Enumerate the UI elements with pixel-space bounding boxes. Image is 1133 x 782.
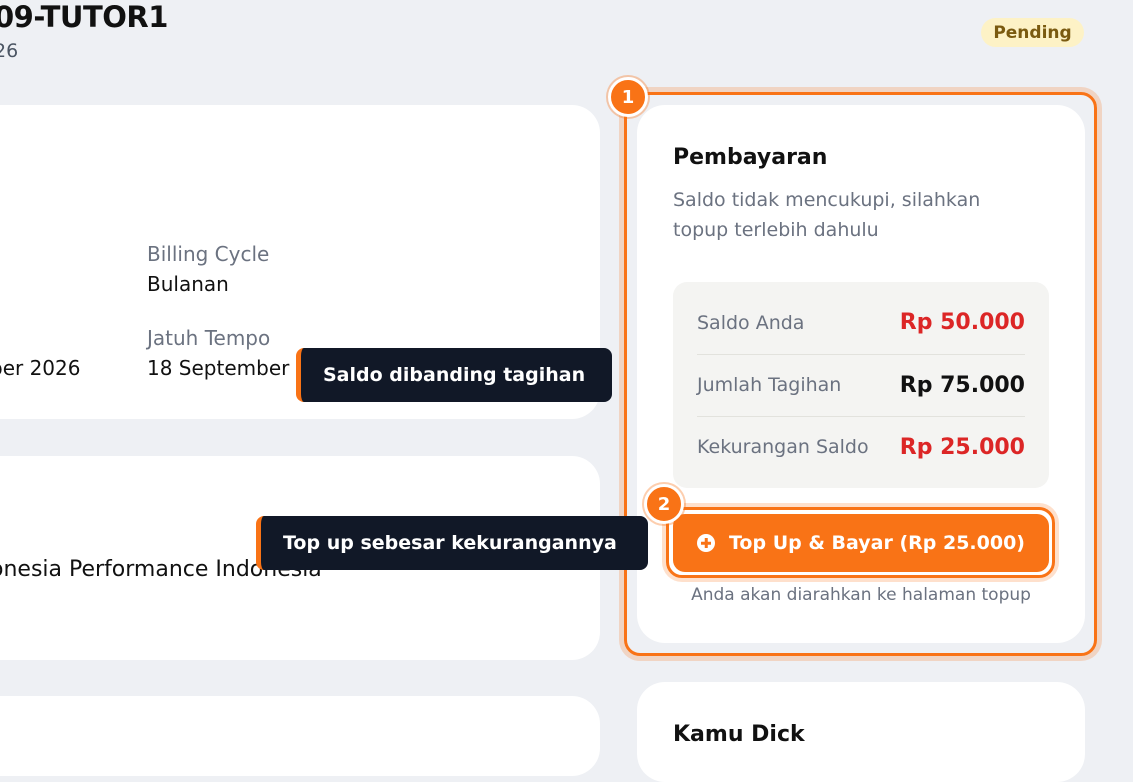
- tooltip-topup: Top up sebesar kekurangannya: [256, 516, 648, 570]
- page-title: 09-TUTOR1: [0, 0, 168, 34]
- summary-label: Jumlah Tagihan: [697, 374, 842, 396]
- billing-cycle-value: Bulanan: [147, 272, 229, 296]
- summary-row: Saldo Anda Rp 50.000: [697, 292, 1025, 353]
- tooltip-balance: Saldo dibanding tagihan: [296, 348, 612, 402]
- summary-row: Kekurangan Saldo Rp 25.000: [697, 416, 1025, 477]
- next-card: Kamu Dick: [637, 682, 1085, 782]
- page-subtitle: 26: [0, 40, 19, 62]
- status-badge: Pending: [981, 18, 1084, 47]
- summary-row: Jumlah Tagihan Rp 75.000: [697, 354, 1025, 415]
- issued-date-value: ber 2026: [0, 356, 81, 380]
- balance-summary: Saldo Anda Rp 50.000 Jumlah Tagihan Rp 7…: [673, 282, 1049, 488]
- topup-pay-button[interactable]: Top Up & Bayar (Rp 25.000): [673, 514, 1049, 572]
- summary-amount: Rp 75.000: [899, 372, 1025, 398]
- due-date-value: 18 September 2: [147, 356, 309, 380]
- extra-card: [0, 696, 600, 776]
- payment-title: Pembayaran: [673, 145, 828, 170]
- summary-label: Saldo Anda: [697, 311, 805, 334]
- step-badge-2: 2: [644, 484, 684, 524]
- next-card-title: Kamu Dick: [673, 722, 805, 747]
- due-date-label: Jatuh Tempo: [147, 326, 271, 350]
- topup-button-label: Top Up & Bayar (Rp 25.000): [729, 532, 1025, 554]
- redirect-note: Anda akan diarahkan ke halaman topup: [691, 585, 1031, 605]
- summary-label: Kekurangan Saldo: [697, 436, 869, 458]
- plus-circle-icon: [697, 534, 715, 552]
- payment-description: Saldo tidak mencukupi, silahkan topup te…: [673, 189, 981, 241]
- summary-amount: Rp 50.000: [899, 310, 1025, 335]
- billing-cycle-label: Billing Cycle: [147, 242, 270, 266]
- step-badge-1: 1: [608, 77, 648, 117]
- summary-amount: Rp 25.000: [899, 434, 1025, 460]
